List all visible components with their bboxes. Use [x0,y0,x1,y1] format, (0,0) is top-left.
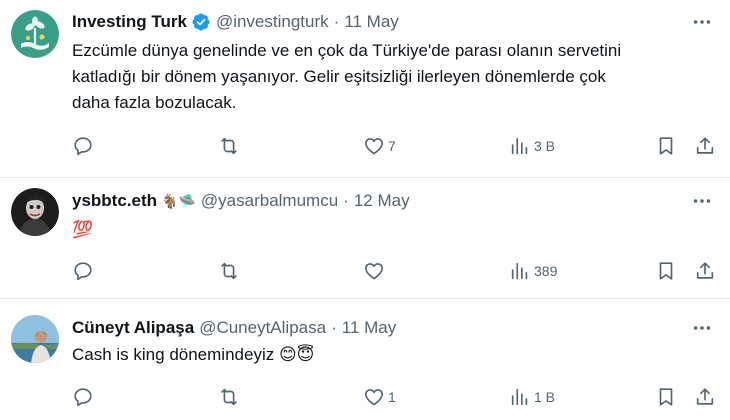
views-button[interactable]: 3 B [509,134,555,158]
views-button[interactable]: 389 [509,259,557,283]
avatar[interactable] [11,315,59,363]
tweet-date[interactable]: 11 May [344,12,399,32]
like-button[interactable]: 7 [363,134,396,158]
separator-dot: · [331,318,337,337]
analytics-icon [511,137,528,155]
tweet-header: Cüneyt Alipaşa @CuneytAlipasa · 11 May [72,316,396,340]
like-count: 7 [388,138,396,154]
repost-icon [221,137,237,155]
tweet-text: 💯 [72,217,702,243]
more-dots-icon [693,20,711,24]
money-plant-icon [11,10,59,58]
display-name[interactable]: Investing Turk [72,12,187,32]
repost-button[interactable] [218,134,243,158]
more-options-button[interactable] [690,189,714,213]
reply-icon [74,262,92,281]
bookmark-icon [659,388,673,406]
tweet-3[interactable]: Cüneyt Alipaşa @CuneytAlipasa · 11 May C… [0,299,730,420]
reply-button[interactable] [72,134,97,158]
tweet-text-line: daha fazla bozulacak. [72,93,237,112]
heart-icon [365,389,383,406]
share-icon [696,388,714,405]
like-button[interactable] [363,259,388,283]
joker-portrait-icon [11,188,59,236]
tweet-actions: 7 3 B [0,134,730,158]
view-count: 1 B [534,389,556,405]
reply-button[interactable] [72,259,97,283]
view-count: 389 [534,263,558,279]
repost-button[interactable] [218,259,243,283]
repost-button[interactable] [218,385,243,409]
tweet-date[interactable]: 12 May [354,191,410,211]
separator-dot: · [343,191,349,210]
share-icon [696,262,714,279]
view-count: 3 B [534,138,556,154]
share-button[interactable] [694,134,716,158]
avatar[interactable] [11,188,59,236]
analytics-icon [511,388,528,406]
tweet-text-line: Ezcümle dünya genelinde ve en çok da Tür… [72,41,622,60]
heart-icon [365,138,383,155]
tweet-1[interactable]: Investing Turk @investingturk · 11 May E… [0,0,730,177]
reply-button[interactable] [72,385,97,409]
share-button[interactable] [694,259,716,283]
share-button[interactable] [694,385,716,409]
name-emoji-badges: 🐐🛸 [161,192,196,209]
heart-icon [365,263,383,280]
tweet-text: Ezcümle dünya genelinde ve en çok da Tür… [72,38,702,116]
avatar[interactable] [11,10,59,58]
reply-icon [74,137,92,156]
bookmark-button[interactable] [655,134,677,158]
more-dots-icon [693,326,711,330]
user-handle[interactable]: @investingturk [216,12,329,32]
tweet-text-line: Cash is king dönemindeyiz 😊😇 [72,345,315,364]
tweet-2[interactable]: ysbbtc.eth 🐐🛸 @yasarbalmumcu · 12 May 💯 … [0,178,730,298]
verified-badge-icon[interactable] [191,12,211,32]
tweet-actions: 1 1 B [0,385,730,409]
share-icon [696,137,714,154]
like-button[interactable]: 1 [363,385,396,409]
more-dots-icon [693,199,711,203]
tweet-header: ysbbtc.eth 🐐🛸 @yasarbalmumcu · 12 May [72,189,410,213]
reply-icon [74,388,92,407]
separator-dot: · [333,12,340,31]
tweet-date[interactable]: 11 May [342,318,397,338]
user-handle[interactable]: @CuneytAlipasa [199,318,326,338]
tweet-header: Investing Turk @investingturk · 11 May [72,10,399,34]
tweet-text-line: katladığı bir dönem yaşanıyor. Gelir eşi… [72,67,606,86]
tweet-text: Cash is king dönemindeyiz 😊😇 [72,342,702,368]
more-options-button[interactable] [690,316,714,340]
display-name[interactable]: ysbbtc.eth [72,191,157,211]
analytics-icon [511,262,528,280]
tweet-text-line: 💯 [72,220,94,239]
bookmark-button[interactable] [655,385,677,409]
repost-icon [221,262,237,280]
bookmark-button[interactable] [655,259,677,283]
bookmark-icon [659,137,673,155]
tweet-actions: 389 [0,259,730,283]
views-button[interactable]: 1 B [509,385,555,409]
seaside-portrait-icon [11,315,59,363]
repost-icon [221,388,237,406]
display-name[interactable]: Cüneyt Alipaşa [72,318,194,338]
user-handle[interactable]: @yasarbalmumcu [201,191,338,211]
more-options-button[interactable] [690,10,714,34]
like-count: 1 [388,389,396,405]
bookmark-icon [659,262,673,280]
